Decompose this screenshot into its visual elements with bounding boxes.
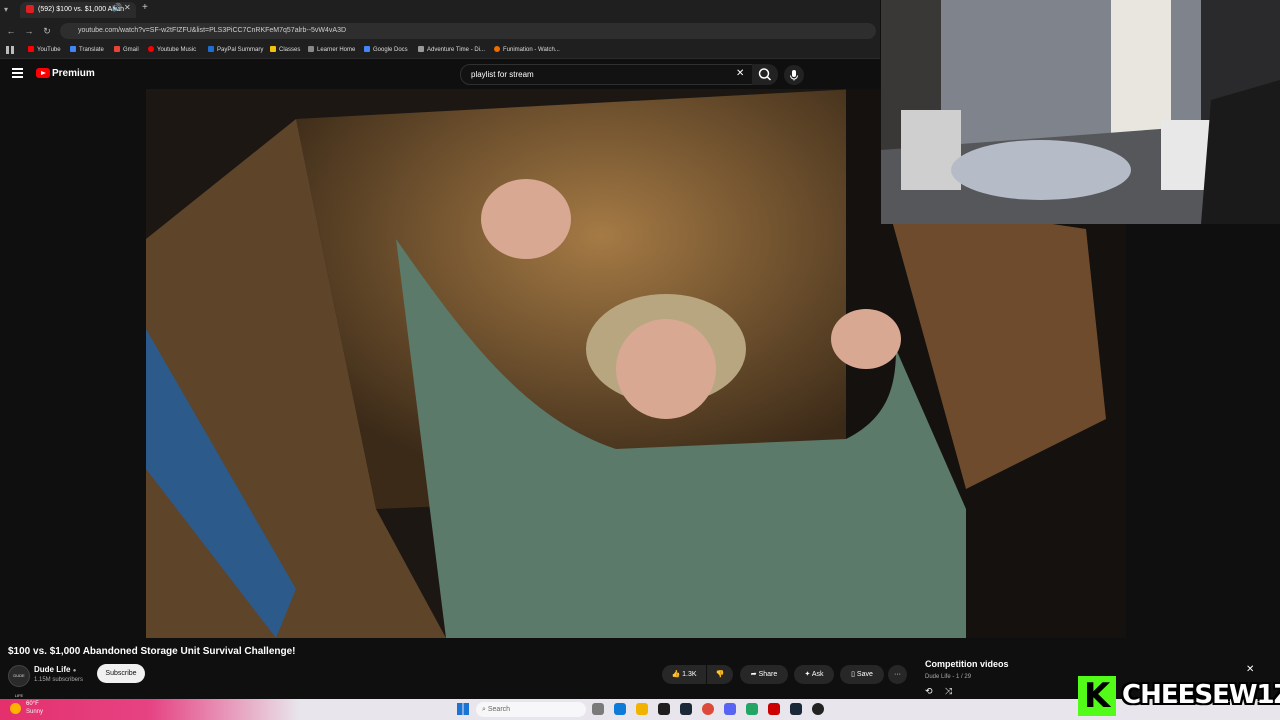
search-button[interactable] [752, 64, 778, 85]
playlist-position: Dude Life - 1 / 29 [925, 674, 972, 680]
tab-close-icon[interactable]: ✕ [124, 3, 131, 12]
taskbar-search[interactable]: ⌕ Search [476, 702, 586, 717]
search-icon: ⌕ [482, 706, 486, 713]
streamer-overlay: K CHEESEW1Z [1074, 672, 1280, 720]
docs-icon [364, 46, 370, 53]
youtube-premium-logo[interactable]: Premium [36, 68, 95, 80]
thumbs-down-icon: 👎 [715, 671, 725, 678]
bookmark-learner-home[interactable]: Learner Home [308, 42, 355, 58]
browser-toolbar: ← → ↻ youtube.com/watch?v=SF-w2tFIZFU&li… [0, 20, 880, 42]
channel-name[interactable]: Dude Life ● [34, 665, 76, 674]
kick-logo: K [1078, 676, 1116, 716]
edge-icon[interactable] [614, 703, 626, 715]
verified-icon: ● [72, 668, 77, 674]
apps-grid-icon[interactable] [6, 46, 14, 54]
loop-icon[interactable]: ⟲ [925, 686, 933, 697]
page-icon [418, 46, 424, 53]
video-title: $100 vs. $1,000 Abandoned Storage Unit S… [8, 646, 296, 657]
playlist-title[interactable]: Competition videos [925, 659, 1009, 669]
bookmark-google-docs[interactable]: Google Docs [364, 42, 408, 58]
reload-icon[interactable]: ↻ [40, 23, 54, 39]
bookmark-gmail[interactable]: Gmail [114, 42, 139, 58]
voice-search-button[interactable] [784, 65, 804, 85]
sun-icon [10, 703, 21, 714]
bookmark-classes[interactable]: Classes [270, 42, 300, 58]
steam-icon[interactable] [680, 703, 692, 715]
file-explorer-icon[interactable] [636, 703, 648, 715]
paypal-icon [208, 46, 214, 53]
forward-arrow-icon[interactable]: → [22, 23, 36, 39]
discord-icon[interactable] [724, 703, 736, 715]
webcam-feed [881, 0, 1280, 224]
app-icon-4[interactable] [790, 703, 802, 715]
bookmark-funimation[interactable]: Funimation - Watch... [494, 42, 560, 58]
url-text: youtube.com/watch?v=SF-w2tFIZFU&list=PLS… [78, 27, 347, 34]
task-view-icon[interactable] [592, 703, 604, 715]
link-icon [308, 46, 314, 53]
temperature: 60°F [26, 701, 39, 707]
bookmarks-bar: YouTube Translate Gmail Youtube Music Pa… [0, 42, 880, 59]
bookmark-youtube-music[interactable]: Youtube Music [148, 42, 196, 58]
chrome-icon[interactable] [702, 703, 714, 715]
share-button[interactable]: ➦ Share [740, 665, 788, 684]
sparkle-icon: ✦ [804, 671, 811, 678]
gmail-icon [114, 46, 120, 53]
more-actions-button[interactable]: ··· [888, 665, 907, 684]
channel-avatar[interactable]: DUDE LIFE [8, 665, 30, 698]
audio-icon[interactable]: 🔊 [112, 3, 122, 12]
tab-search-icon[interactable]: ▾ [4, 5, 14, 15]
obs-icon[interactable] [812, 703, 824, 715]
youtube-logo-icon [36, 68, 50, 79]
app-icon-1[interactable] [658, 703, 670, 715]
shuffle-icon[interactable]: ⤨ [945, 686, 952, 697]
subscriber-count: 1.15M subscribers [34, 677, 84, 683]
funimation-icon [494, 46, 500, 53]
browser-tab-bar: ▾ (592) $100 vs. $1,000 Aban 🔊 ✕ + [0, 0, 880, 20]
youtube-icon [28, 46, 34, 53]
share-icon: ➦ [750, 671, 757, 678]
bookmark-icon: ▯ [851, 671, 855, 678]
start-icon[interactable] [457, 703, 469, 715]
subscribe-button[interactable]: Subscribe [97, 664, 145, 683]
bookmark-adventure-time[interactable]: Adventure Time - Di... [418, 42, 485, 58]
youtube-music-icon [148, 46, 154, 53]
bookmark-paypal[interactable]: PayPal Summary [208, 42, 263, 58]
youtube-favicon-icon [26, 5, 34, 14]
search-icon [758, 68, 772, 81]
weather-widget[interactable]: 60°F Sunny [0, 699, 300, 720]
weather-condition: Sunny [26, 709, 44, 715]
new-tab-icon[interactable]: + [142, 2, 148, 13]
app-icon-3[interactable] [768, 703, 780, 715]
search-input[interactable]: playlist for stream [460, 64, 754, 85]
webcam-overlay [881, 0, 1280, 224]
streamer-name: CHEESEW1Z [1122, 680, 1280, 710]
thumbs-up-icon: 👍 [671, 671, 681, 678]
clear-search-icon[interactable]: ✕ [736, 68, 744, 79]
dislike-button[interactable]: 👎 [707, 665, 733, 684]
app-icon-2[interactable] [746, 703, 758, 715]
save-button[interactable]: ▯ Save [840, 665, 884, 684]
more-icon: ··· [894, 671, 901, 678]
back-arrow-icon[interactable]: ← [4, 23, 18, 39]
folder-icon [270, 46, 276, 53]
menu-icon[interactable] [12, 68, 23, 78]
bookmark-youtube[interactable]: YouTube [28, 42, 61, 58]
translate-icon [70, 46, 76, 53]
like-button[interactable]: 👍 1.3K [662, 665, 706, 684]
bookmark-translate[interactable]: Translate [70, 42, 104, 58]
microphone-icon [790, 70, 798, 81]
ask-button[interactable]: ✦ Ask [794, 665, 834, 684]
address-bar[interactable]: youtube.com/watch?v=SF-w2tFIZFU&list=PLS… [60, 23, 876, 39]
youtube-header: Premium playlist for stream ✕ [0, 59, 880, 89]
